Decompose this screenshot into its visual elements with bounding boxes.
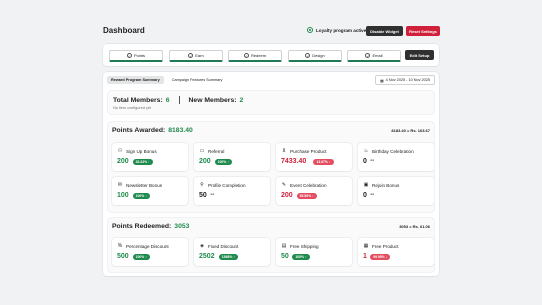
redeemed-stat-label: Percentage Discount (126, 243, 169, 249)
user-icon: ⚲ (200, 182, 204, 188)
divider (178, 96, 180, 104)
redeemed-stat-value: 1 (363, 253, 367, 260)
status-dot-icon (307, 27, 313, 33)
subtab-campaign-summary[interactable]: Campaign Features Summary (168, 76, 227, 84)
awarded-stat-label: Newsletter Bonus (126, 182, 163, 188)
redeemed-stat-card: ◈ Fixed Discount 2502 1568% ↑ (194, 238, 270, 266)
total-members-label: Total Members: (113, 96, 163, 104)
tiers-note: No tiers configured yet (113, 106, 151, 110)
awarded-stat-change-badge: 55.56% ↓ (296, 193, 317, 199)
awarded-stat-card: ⊻ Purchase Product 7433.40 13.67% ↓ (276, 143, 352, 171)
redeem-icon: ✓ (243, 53, 249, 58)
awarded-stat-change-badge: 100% ↑ (132, 193, 150, 199)
summary-subtabs: Reward Program Summary Campaign Features… (107, 76, 226, 84)
awarded-stat-label: Sign Up Bonus (126, 148, 157, 154)
awarded-stat-change: -- (370, 158, 375, 164)
awarded-stat-value: 0 (363, 158, 367, 165)
new-members-label: New Members: (188, 96, 237, 104)
awarded-stat-change-badge: 33.33% ↑ (132, 159, 153, 165)
design-icon: ✓ (305, 53, 311, 58)
subtab-reward-summary[interactable]: Reward Program Summary (107, 76, 164, 84)
chat-icon: ✎ (281, 182, 287, 188)
points-awarded-section: Points Awarded: 8183.40 8183.40 = Rs. 163… (108, 122, 434, 212)
awarded-stat-label: Referral (208, 148, 225, 154)
awarded-stat-value: 0 (363, 192, 367, 199)
date-range-picker[interactable]: ▦ 4 Nov 2025 - 10 Nov 2025 (375, 75, 435, 85)
points-awarded-label: Points Awarded: (112, 127, 166, 134)
redeemed-stat-change-badge: 99.95% ↓ (370, 254, 391, 260)
user-plus-icon: ⚇ (117, 148, 123, 154)
settings-tabs: ✓ Points ✓ Earn ✓ Redeem ✓ Design ✓ Email Edi… (103, 44, 439, 66)
awarded-stat-label: Purchase Product (290, 148, 327, 154)
awarded-stat-value: 100 (117, 192, 129, 199)
status-text: Loyalty program active (316, 27, 367, 33)
redeemed-stat-card: ▦ Free Product 1 99.95% ↓ (358, 238, 434, 266)
points-redeemed-label: Points Redeemed: (112, 223, 172, 230)
awarded-stat-card: ⚲ Profile Completion 50 -- (194, 177, 270, 205)
disable-widget-button[interactable]: Disable Widget (366, 26, 403, 36)
redeemed-stat-change-badge: 1568% ↑ (218, 254, 238, 260)
redeemed-stat-value: 500 (117, 253, 129, 260)
awarded-stat-value: 7433.40 (281, 158, 307, 165)
members-summary: Total Members: 6 New Members: 2 No tiers… (108, 91, 434, 114)
folder-icon: ▭ (199, 148, 205, 154)
program-status: Loyalty program active (307, 27, 366, 33)
awarded-stat-value: 200 (117, 158, 129, 165)
archive-icon: ▣ (363, 182, 369, 188)
earn-icon: ✓ (188, 53, 194, 58)
cart-icon: ⊻ (282, 148, 286, 154)
reset-settings-button[interactable]: Reset Settings (406, 26, 440, 36)
redeemed-stat-label: Free Product (372, 243, 399, 249)
redeemed-stat-value: 50 (281, 253, 289, 260)
tab-email[interactable]: ✓ Email (347, 50, 401, 62)
new-members-value: 2 (239, 96, 244, 104)
page-title: Dashboard (103, 26, 145, 35)
points-awarded-conversion: 8183.40 = Rs. 163.67 (391, 128, 430, 133)
awarded-stat-label: Event Celebration (290, 182, 327, 188)
tab-design[interactable]: ✓ Design (288, 50, 342, 62)
awarded-stat-card: ▭ Referral 200 100% ↑ (194, 143, 270, 171)
tab-redeem[interactable]: ✓ Redeem (228, 50, 282, 62)
redeemed-stat-label: Free Shipping (290, 243, 319, 249)
awarded-stat-value: 200 (281, 192, 293, 199)
tab-earn[interactable]: ✓ Earn (169, 50, 223, 62)
points-awarded-value: 8183.40 (168, 127, 193, 134)
edit-setup-button[interactable]: Edit Setup (405, 50, 434, 60)
percent-icon: % (117, 243, 123, 249)
redeemed-stat-change-badge: 100% ↑ (292, 254, 310, 260)
points-redeemed-value: 3053 (174, 223, 190, 230)
awarded-stat-card: ✎ Event Celebration 200 55.56% ↓ (276, 177, 352, 205)
awarded-stat-change: -- (370, 192, 375, 198)
awarded-stat-change: -- (210, 192, 215, 198)
redeemed-stat-card: % Percentage Discount 500 100% ↑ (112, 238, 188, 266)
redeemed-stat-card: ▤ Free Shipping 50 100% ↑ (276, 238, 352, 266)
redeemed-stat-label: Fixed Discount (208, 243, 239, 249)
truck-icon: ▤ (281, 243, 287, 249)
awarded-stat-label: Rejoin Bonus (372, 182, 400, 188)
awarded-stat-card: ▣ Rejoin Bonus 0 -- (358, 177, 434, 205)
awarded-stat-change-badge: 100% ↑ (214, 159, 232, 165)
calendar-icon: ▦ (380, 78, 384, 83)
summary-panel: Reward Program Summary Campaign Features… (103, 72, 439, 276)
awarded-stat-card: ♨ Birthday Celebration 0 -- (358, 143, 434, 171)
awarded-stat-change-badge: 13.67% ↓ (313, 159, 334, 165)
tab-points[interactable]: ✓ Points (109, 50, 163, 62)
email-icon: ✓ (365, 53, 371, 58)
points-redeemed-conversion: 3053 = Rs. 61.06 (399, 224, 430, 229)
total-members-value: 6 (165, 96, 170, 104)
cake-icon: ♨ (363, 148, 369, 154)
awarded-stat-card: ⚇ Sign Up Bonus 200 33.33% ↑ (112, 143, 188, 171)
redeemed-stat-value: 2502 (199, 253, 215, 260)
awarded-stat-label: Birthday Celebration (372, 148, 414, 154)
awarded-stat-card: ✉ Newsletter Bonus 100 100% ↑ (112, 177, 188, 205)
points-redeemed-section: Points Redeemed: 3053 3053 = Rs. 61.06 % P… (108, 218, 434, 272)
redeemed-stat-change-badge: 100% ↑ (132, 254, 150, 260)
awarded-stat-label: Profile Completion (208, 182, 246, 188)
awarded-stat-value: 50 (199, 192, 207, 199)
gift-icon: ▦ (363, 243, 369, 249)
awarded-stat-value: 200 (199, 158, 211, 165)
tag-icon: ◈ (200, 243, 204, 249)
mail-icon: ✉ (117, 182, 123, 188)
points-icon: ✓ (126, 53, 132, 58)
